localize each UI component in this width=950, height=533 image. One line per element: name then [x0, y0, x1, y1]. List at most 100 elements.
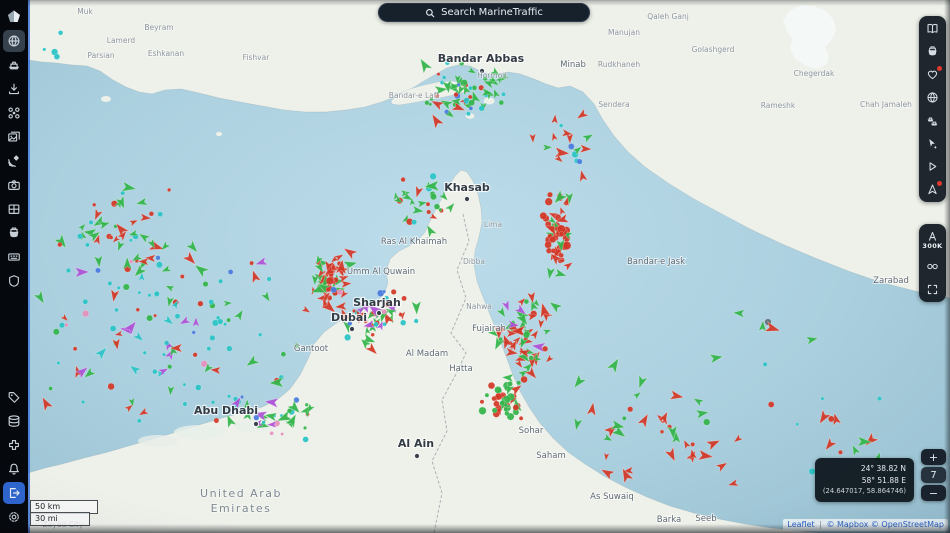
- vessel-marker[interactable]: [135, 307, 140, 312]
- vessel-marker[interactable]: [827, 415, 835, 423]
- vessel-marker[interactable]: [179, 274, 185, 279]
- vessel-marker[interactable]: [58, 30, 64, 36]
- vessel-marker[interactable]: [430, 193, 437, 201]
- leaflet-link[interactable]: Leaflet: [787, 520, 814, 529]
- vessel-marker[interactable]: [429, 172, 437, 180]
- vessel-marker[interactable]: [567, 143, 575, 150]
- vessel-marker[interactable]: [217, 318, 224, 325]
- vessel-marker[interactable]: [258, 332, 263, 337]
- security-button[interactable]: [3, 270, 25, 292]
- favorites-button[interactable]: [921, 64, 944, 85]
- vessel-marker[interactable]: [53, 53, 61, 60]
- keyboard-button[interactable]: [3, 246, 25, 268]
- vessel-marker[interactable]: [479, 399, 485, 405]
- vessel-marker[interactable]: [877, 396, 882, 402]
- vessel-marker[interactable]: [762, 361, 768, 367]
- vessel-marker[interactable]: [163, 340, 170, 346]
- vessel-marker[interactable]: [58, 322, 66, 329]
- vessel-marker[interactable]: [129, 238, 133, 243]
- vessel-marker[interactable]: [468, 106, 474, 111]
- vessel-marker[interactable]: [516, 380, 522, 386]
- vessel-marker[interactable]: [400, 177, 406, 183]
- vessel-marker[interactable]: [550, 248, 557, 254]
- vessel-marker[interactable]: [442, 75, 447, 80]
- vessel-marker[interactable]: [303, 425, 307, 430]
- vessel-marker[interactable]: [498, 99, 504, 106]
- vessel-marker[interactable]: [499, 400, 506, 406]
- vessel-marker[interactable]: [114, 307, 119, 313]
- datasets-button[interactable]: [3, 410, 25, 432]
- vessel-marker[interactable]: [266, 276, 272, 282]
- vessel-marker[interactable]: [413, 318, 419, 324]
- world-view-button[interactable]: [921, 87, 944, 108]
- live-map-button[interactable]: [3, 30, 25, 52]
- vessel-marker[interactable]: [109, 235, 114, 240]
- integrations-button[interactable]: [3, 434, 25, 456]
- vessel-marker[interactable]: [142, 350, 147, 355]
- vessel-marker[interactable]: [48, 386, 53, 391]
- vessel-marker[interactable]: [81, 309, 90, 318]
- vessel-marker[interactable]: [330, 286, 337, 294]
- map-layers-button[interactable]: [921, 18, 944, 39]
- selection-tool-button[interactable]: [921, 133, 944, 154]
- vessel-marker[interactable]: [344, 333, 352, 341]
- vessel-marker[interactable]: [478, 406, 487, 415]
- vessel-marker[interactable]: [109, 325, 117, 332]
- vessel-count-button[interactable]: 300K: [921, 226, 944, 254]
- vessel-marker[interactable]: [197, 300, 204, 307]
- vessel-marker[interactable]: [227, 394, 232, 399]
- vessel-marker[interactable]: [202, 281, 209, 288]
- vessel-marker[interactable]: [512, 404, 520, 411]
- vessel-marker[interactable]: [528, 355, 534, 361]
- vessel-marker[interactable]: [544, 197, 553, 206]
- vessel-marker[interactable]: [72, 346, 78, 352]
- vessel-marker[interactable]: [520, 375, 528, 384]
- vessel-marker[interactable]: [484, 392, 490, 398]
- vessel-marker[interactable]: [325, 276, 334, 285]
- vessel-marker[interactable]: [703, 418, 711, 426]
- vessel-marker[interactable]: [167, 364, 173, 370]
- vessel-marker[interactable]: [155, 261, 163, 269]
- navigate-button[interactable]: [921, 179, 944, 200]
- vessel-marker[interactable]: [148, 211, 155, 217]
- vessel-marker[interactable]: [191, 330, 196, 335]
- vessel-marker[interactable]: [468, 99, 475, 106]
- vessel-marker[interactable]: [153, 313, 157, 318]
- vessel-marker[interactable]: [336, 288, 344, 296]
- vessel-marker[interactable]: [157, 211, 163, 217]
- vessel-marker[interactable]: [401, 295, 407, 302]
- vessel-marker[interactable]: [182, 401, 188, 407]
- vessel-marker[interactable]: [398, 312, 403, 317]
- photos-button[interactable]: [3, 126, 25, 148]
- vessel-marker[interactable]: [491, 407, 498, 414]
- vessel-marker[interactable]: [436, 72, 441, 76]
- osm-link[interactable]: © OpenStreetMap: [871, 520, 944, 529]
- vessel-marker[interactable]: [223, 322, 228, 327]
- vessel-marker[interactable]: [136, 418, 142, 424]
- vessel-marker[interactable]: [411, 219, 417, 225]
- drone-button[interactable]: [3, 102, 25, 124]
- vessel-marker[interactable]: [249, 260, 254, 266]
- vessel-marker[interactable]: [116, 285, 121, 290]
- vessel-marker[interactable]: [425, 201, 431, 207]
- vessel-marker[interactable]: [56, 361, 61, 365]
- vessel-marker[interactable]: [838, 449, 843, 455]
- vessel-marker[interactable]: [390, 288, 397, 295]
- vessel-marker[interactable]: [304, 402, 309, 407]
- vessel-marker[interactable]: [424, 100, 430, 106]
- vessel-marker[interactable]: [192, 352, 198, 358]
- vessel-marker[interactable]: [558, 252, 564, 259]
- vessel-marker[interactable]: [226, 317, 231, 323]
- vessel-marker[interactable]: [147, 293, 152, 298]
- vessel-marker[interactable]: [227, 269, 234, 275]
- vessel-marker[interactable]: [269, 431, 274, 436]
- vessel-marker[interactable]: [558, 231, 565, 237]
- vessel-marker[interactable]: [85, 242, 90, 248]
- notifications-button[interactable]: [3, 458, 25, 480]
- vessel-marker[interactable]: [52, 328, 60, 336]
- vessel-marker[interactable]: [64, 322, 69, 328]
- logout-button[interactable]: [3, 482, 25, 504]
- vessel-marker[interactable]: [523, 298, 530, 305]
- vessel-marker[interactable]: [767, 401, 775, 408]
- vessel-marker[interactable]: [155, 255, 161, 261]
